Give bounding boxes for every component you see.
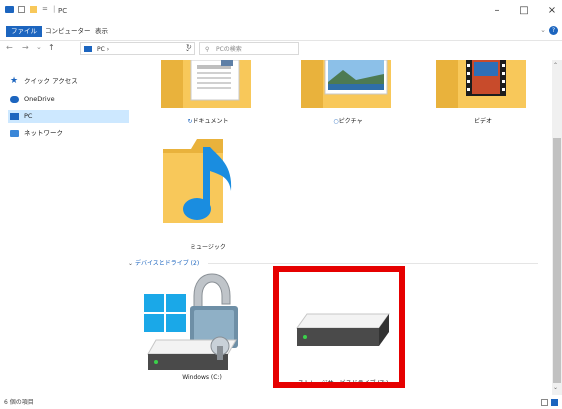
sidebar-item-label: OneDrive bbox=[24, 95, 55, 103]
music-folder-icon bbox=[163, 139, 232, 223]
computer-icon bbox=[84, 46, 92, 52]
folder-music[interactable]: ミュージック bbox=[153, 135, 263, 255]
ribbon-tabs: ファイル コンピューター 表示 ⌄ ? bbox=[0, 22, 562, 41]
address-path: PC bbox=[97, 46, 105, 53]
search-icon: ⚲ bbox=[205, 46, 210, 53]
highlight-box bbox=[273, 266, 405, 388]
forward-icon[interactable]: → bbox=[22, 43, 29, 52]
chevron-down-icon: ⌄ bbox=[128, 260, 135, 267]
help-icon[interactable]: ? bbox=[549, 26, 558, 35]
window-title: PC bbox=[58, 7, 68, 15]
sidebar-item-quick-access[interactable]: ★ クイック アクセス bbox=[8, 75, 78, 88]
properties-icon[interactable] bbox=[18, 6, 25, 13]
videos-folder-icon bbox=[436, 60, 526, 108]
close-button[interactable]: × bbox=[543, 4, 561, 18]
chevron-right-icon: › bbox=[106, 46, 110, 53]
tab-file[interactable]: ファイル bbox=[6, 26, 42, 37]
folder-documents[interactable]: ↻ドキュメント bbox=[153, 60, 263, 130]
up-icon[interactable]: ↑ bbox=[48, 43, 55, 52]
folder-label: ↻ドキュメント bbox=[187, 118, 229, 125]
search-box[interactable]: ⚲ PCの検索 bbox=[199, 42, 299, 55]
sidebar-item-label: PC bbox=[24, 112, 33, 120]
details-view-icon[interactable] bbox=[541, 399, 548, 406]
refresh-icon[interactable]: ↻ bbox=[186, 43, 192, 51]
drive-label: Windows (C:) bbox=[182, 374, 222, 381]
recent-dropdown-icon[interactable]: ⌄ bbox=[36, 43, 42, 51]
large-icons-view-icon[interactable] bbox=[551, 399, 558, 406]
star-icon: ★ bbox=[10, 76, 19, 86]
title-separator: | bbox=[53, 5, 56, 13]
scrollbar-thumb[interactable] bbox=[553, 138, 561, 383]
navigation-bar: ← → ⌄ ↑ PC › ⌄ ↻ ⚲ PCの検索 bbox=[0, 41, 562, 57]
pictures-folder-icon bbox=[301, 60, 391, 108]
folder-icon bbox=[5, 6, 14, 13]
status-bar: 6 個の項目 bbox=[0, 396, 562, 409]
scroll-up-icon[interactable]: ⌃ bbox=[553, 62, 558, 69]
drive-windows-c[interactable]: Windows (C:) bbox=[138, 270, 263, 395]
navigation-pane: ★ クイック アクセス OneDrive PC ネットワーク bbox=[0, 60, 129, 395]
ribbon-expand-icon[interactable]: ⌄ bbox=[540, 26, 546, 34]
search-placeholder: PCの検索 bbox=[216, 46, 242, 53]
sidebar-item-label: ネットワーク bbox=[24, 129, 63, 137]
network-icon bbox=[10, 130, 19, 137]
folder-label: ミュージック bbox=[190, 244, 226, 251]
address-bar[interactable]: PC › ⌄ bbox=[80, 42, 195, 55]
documents-folder-icon bbox=[161, 60, 251, 108]
content-pane: ↻ドキュメント ○ピクチャ ビデオ ミュージック ⌄ デバイスとドライブ (2)… bbox=[128, 60, 552, 395]
drive-storage-service-z[interactable]: ストレージサービスドライブ (Z:) bbox=[273, 266, 408, 395]
sidebar-item-label: クイック アクセス bbox=[24, 77, 78, 85]
new-folder-icon[interactable] bbox=[30, 6, 37, 13]
tab-view[interactable]: 表示 bbox=[90, 26, 113, 37]
sidebar-item-pc[interactable]: PC bbox=[8, 110, 129, 123]
minimize-button[interactable]: – bbox=[488, 4, 506, 18]
tab-computer[interactable]: コンピューター bbox=[40, 26, 96, 37]
group-header-label: デバイスとドライブ (2) bbox=[134, 260, 200, 267]
item-count: 6 個の項目 bbox=[4, 399, 34, 406]
folder-videos[interactable]: ビデオ bbox=[428, 60, 538, 130]
folder-label: ビデオ bbox=[473, 118, 492, 125]
quick-access-dropdown-icon[interactable]: = bbox=[42, 5, 48, 13]
scroll-down-icon[interactable]: ⌄ bbox=[553, 384, 558, 391]
folder-pictures[interactable]: ○ピクチャ bbox=[293, 60, 403, 130]
cloud-icon bbox=[10, 96, 19, 103]
title-bar: = | PC – □ × bbox=[0, 0, 562, 22]
windows-drive-icon bbox=[144, 273, 238, 370]
sidebar-item-onedrive[interactable]: OneDrive bbox=[8, 93, 55, 106]
folder-label: ○ピクチャ bbox=[333, 118, 363, 125]
sidebar-item-network[interactable]: ネットワーク bbox=[8, 127, 63, 140]
computer-icon bbox=[10, 113, 19, 120]
back-icon[interactable]: ← bbox=[6, 43, 13, 52]
group-divider bbox=[208, 263, 538, 264]
maximize-button[interactable]: □ bbox=[515, 4, 533, 18]
